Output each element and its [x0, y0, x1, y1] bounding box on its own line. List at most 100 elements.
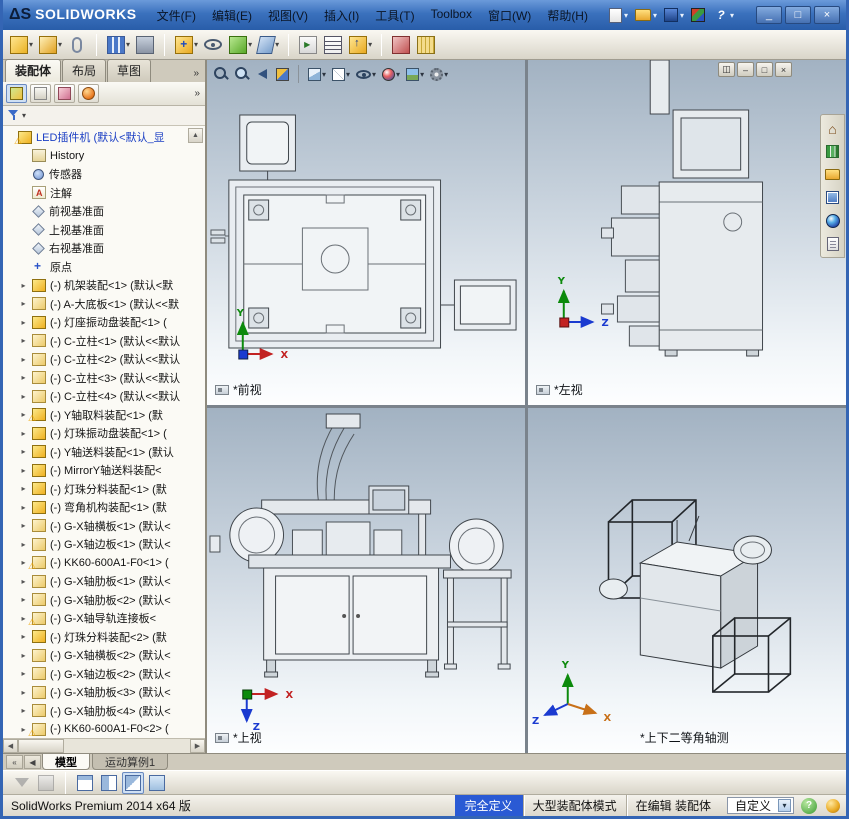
- tree-item[interactable]: ▸ ⚠ (-) KK60-600A1-F0<1> (: [3, 554, 205, 573]
- mate-icon[interactable]: [66, 34, 89, 56]
- tab-assembly[interactable]: 装配体: [5, 59, 62, 82]
- tab-layout[interactable]: 布局: [62, 59, 107, 82]
- tree-item[interactable]: ▸ (-) G-X轴肋板<3> (默认<: [3, 683, 205, 702]
- tree-expand-icon[interactable]: ▸: [19, 706, 28, 715]
- appearances-icon[interactable]: [823, 211, 842, 230]
- separator[interactable]: [294, 63, 304, 85]
- scroll-right-button[interactable]: ▶: [190, 739, 205, 753]
- tree-item[interactable]: ▸ (-) G-X轴横板<1> (默认<: [3, 517, 205, 536]
- viewport-front[interactable]: Y X *前视: [207, 60, 525, 405]
- viewport-close-button[interactable]: ×: [775, 62, 792, 77]
- minimize-button[interactable]: _: [756, 6, 782, 24]
- tree-item[interactable]: History: [3, 147, 205, 166]
- tree-item[interactable]: ▸ (-) G-X轴横板<2> (默认<: [3, 646, 205, 665]
- tab-motion-study[interactable]: 运动算例1: [92, 754, 169, 770]
- tree-expand-icon[interactable]: ▸: [19, 447, 28, 456]
- separator[interactable]: [283, 32, 295, 58]
- panel-overflow-button[interactable]: »: [194, 88, 202, 99]
- tree-item[interactable]: ▸ (-) 灯珠分料装配<1> (默: [3, 480, 205, 499]
- tree-expand-icon[interactable]: ▸: [19, 429, 28, 438]
- tree-item[interactable]: ▸ (-) 弯角机构装配<1> (默: [3, 498, 205, 517]
- show-hidden-components-icon[interactable]: [202, 34, 225, 55]
- view-palette-icon[interactable]: [823, 188, 842, 207]
- tree-expand-icon[interactable]: ▸: [19, 614, 28, 623]
- tree-expand-icon[interactable]: ▸: [19, 484, 28, 493]
- save-icon[interactable]: ▾: [661, 6, 687, 24]
- property-manager-icon[interactable]: [30, 84, 51, 103]
- tree-expand-icon[interactable]: ▸: [19, 540, 28, 549]
- separator[interactable]: [91, 32, 103, 58]
- tree-expand-icon[interactable]: ▸: [19, 595, 28, 604]
- tree-expand-icon[interactable]: ▸: [19, 299, 28, 308]
- smart-fasteners-icon[interactable]: [134, 34, 157, 56]
- single-viewport-icon[interactable]: [74, 772, 96, 794]
- tree-expand-icon[interactable]: ▸: [19, 688, 28, 697]
- edit-appearance-icon[interactable]: ▾: [380, 66, 402, 83]
- tree-item[interactable]: ▸ (-) C-立柱<2> (默认<<默认: [3, 350, 205, 369]
- tree-item[interactable]: ▸ (-) G-X轴肋板<2> (默认<: [3, 591, 205, 610]
- scroll-left-button[interactable]: ◀: [3, 739, 18, 753]
- exploded-view-icon[interactable]: ▾: [347, 34, 374, 56]
- separator[interactable]: [159, 32, 171, 58]
- edit-component-icon[interactable]: ▾: [8, 34, 35, 56]
- hide-show-items-icon[interactable]: ▾: [354, 66, 378, 83]
- previous-view-icon[interactable]: [254, 65, 272, 83]
- tabs-overflow-button[interactable]: »: [189, 68, 203, 82]
- viewport-isometric[interactable]: Y X Z *上下二等角轴测: [528, 408, 846, 753]
- design-library-icon[interactable]: [823, 142, 842, 161]
- tree-horizontal-scrollbar[interactable]: ◀ ▶: [3, 738, 205, 753]
- tree-item[interactable]: ▸ (-) G-X轴边板<2> (默认<: [3, 665, 205, 684]
- menu-item[interactable]: 帮助(H): [539, 3, 596, 28]
- zoom-fit-icon[interactable]: [212, 65, 231, 83]
- tree-expand-icon[interactable]: ▸: [19, 558, 28, 567]
- view-orientation-icon[interactable]: ▾: [306, 66, 328, 83]
- tree-expand-icon[interactable]: ▸: [19, 725, 28, 734]
- tile-viewports-button[interactable]: ◫: [718, 62, 735, 77]
- section-view-icon[interactable]: [274, 66, 292, 83]
- tree-expand-icon[interactable]: ▸: [19, 503, 28, 512]
- menu-item[interactable]: 文件(F): [149, 3, 204, 28]
- tab-model[interactable]: 模型: [42, 754, 90, 770]
- tree-item[interactable]: A 注解: [3, 184, 205, 203]
- separator[interactable]: [376, 32, 388, 58]
- apply-scene-icon[interactable]: ▾: [404, 66, 426, 83]
- configuration-manager-icon[interactable]: [54, 84, 75, 103]
- tree-item[interactable]: ▸ (-) A-大底板<1> (默认<<默: [3, 295, 205, 314]
- viewport-minimize-button[interactable]: –: [737, 62, 754, 77]
- tree-expand-icon[interactable]: ▸: [19, 521, 28, 530]
- tree-expand-icon[interactable]: ▸: [19, 651, 28, 660]
- display-manager-icon[interactable]: [78, 84, 99, 103]
- two-viewport-icon[interactable]: [98, 772, 120, 794]
- resources-home-icon[interactable]: ⌂: [823, 119, 842, 138]
- zoom-area-icon[interactable]: [233, 65, 252, 83]
- tree-item[interactable]: ▸ ⚠ (-) KK60-600A1-F0<2> (: [3, 720, 205, 738]
- tree-expand-icon[interactable]: ▸: [19, 577, 28, 586]
- solidworks-resources-icon[interactable]: [688, 6, 710, 24]
- scrollbar-thumb[interactable]: [18, 739, 64, 753]
- tree-expand-icon[interactable]: ▸: [19, 355, 28, 364]
- tree-expand-icon[interactable]: ▸: [19, 318, 28, 327]
- custom-properties-icon[interactable]: [823, 234, 842, 253]
- reference-geometry-icon[interactable]: ▾: [256, 34, 281, 56]
- tree-item[interactable]: ▸ (-) 机架装配<1> (默认<默: [3, 276, 205, 295]
- tree-item[interactable]: 前视基准面: [3, 202, 205, 221]
- tree-item[interactable]: ⚠ LED插件机 (默认<默认_显: [3, 128, 205, 147]
- tree-expand-icon[interactable]: ▸: [19, 669, 28, 678]
- tab-sketch[interactable]: 草图: [107, 59, 152, 82]
- file-explorer-icon[interactable]: [823, 165, 842, 184]
- hidden-types-icon[interactable]: [35, 772, 57, 794]
- tab-scroll-left-icon[interactable]: ◀: [24, 755, 41, 769]
- new-motion-study-icon[interactable]: [297, 34, 320, 56]
- featuremanager-tree-icon[interactable]: [6, 84, 27, 103]
- viewport-restore-button[interactable]: □: [756, 62, 773, 77]
- tree-item[interactable]: ▸ ⚠ (-) Y轴取料装配<1> (默: [3, 406, 205, 425]
- tree-item[interactable]: 上视基准面: [3, 221, 205, 240]
- new-document-icon[interactable]: ▾: [606, 6, 631, 25]
- tree-expand-icon[interactable]: ▸: [19, 281, 28, 290]
- tree-item[interactable]: ▸ (-) G-X轴肋板<4> (默认<: [3, 702, 205, 721]
- bill-of-materials-icon[interactable]: [322, 34, 345, 56]
- measure-icon[interactable]: [415, 34, 438, 56]
- separator[interactable]: [59, 769, 72, 797]
- close-button[interactable]: ×: [814, 6, 840, 24]
- tree-item[interactable]: ▸ (-) 灯珠振动盘装配<1> (: [3, 424, 205, 443]
